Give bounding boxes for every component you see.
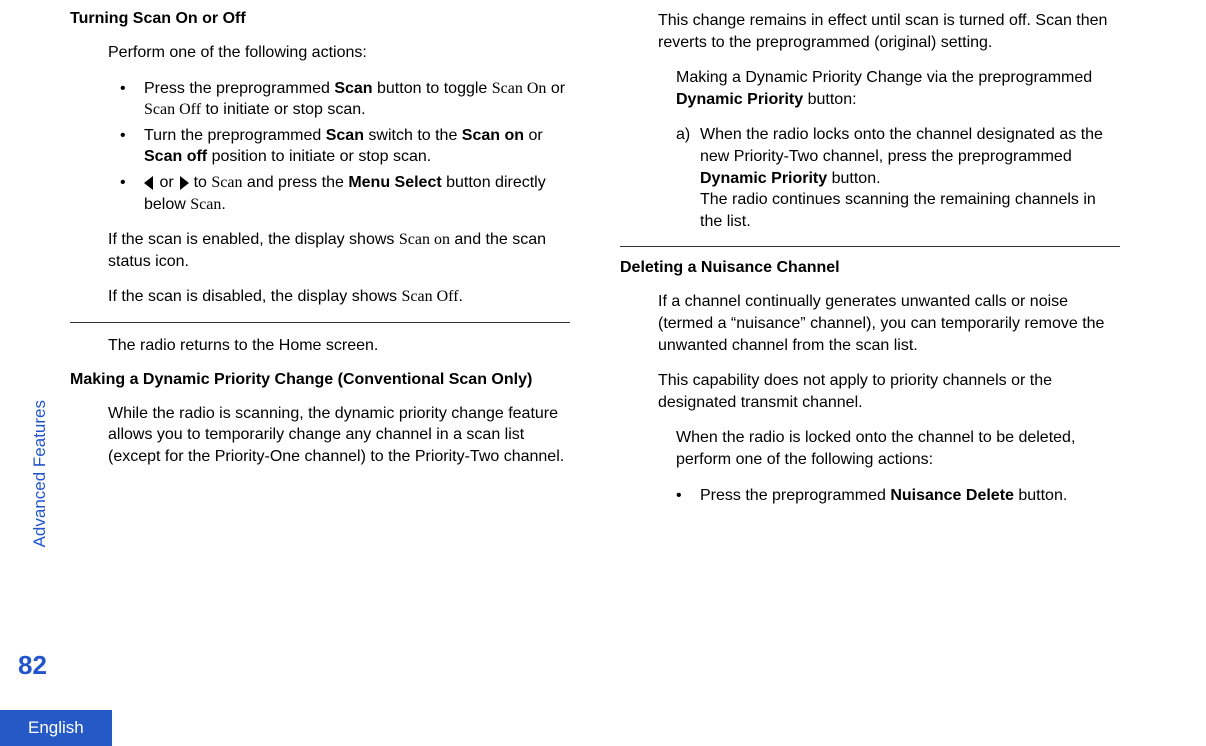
- letter-marker: a): [676, 124, 700, 232]
- scan-disabled-text: If the scan is disabled, the display sho…: [108, 286, 570, 308]
- left-column: Turning Scan On or Off Perform one of th…: [70, 10, 570, 520]
- letter-list: a) When the radio locks onto the channel…: [676, 124, 1120, 232]
- bullet-text: Turn the preprogrammed Scan switch to th…: [144, 125, 570, 168]
- heading-dynamic-priority: Making a Dynamic Priority Change (Conven…: [70, 371, 570, 389]
- divider: [70, 322, 570, 323]
- bullet-text: or to Scan and press the Menu Select but…: [144, 172, 570, 215]
- dynamic-priority-body: While the radio is scanning, the dynamic…: [108, 403, 570, 468]
- list-item: a) When the radio locks onto the channel…: [676, 124, 1120, 232]
- return-home-text: The radio returns to the Home screen.: [108, 335, 570, 357]
- scan-enabled-text: If the scan is enabled, the display show…: [108, 229, 570, 272]
- remain-effect-text: This change remains in effect until scan…: [658, 10, 1120, 53]
- bullet-dot: •: [120, 172, 144, 215]
- bullet-text: Press the preprogrammed Nuisance Delete …: [700, 485, 1067, 507]
- divider: [620, 246, 1120, 247]
- arrow-left-icon: [144, 176, 153, 190]
- nuisance-body-2: This capability does not apply to priori…: [658, 370, 1120, 413]
- arrow-right-icon: [180, 176, 189, 190]
- language-tab: English: [0, 710, 112, 746]
- bullet-list: • Press the preprogrammed Nuisance Delet…: [676, 485, 1120, 507]
- bullet-dot: •: [676, 485, 700, 507]
- list-item: • Press the preprogrammed Nuisance Delet…: [676, 485, 1120, 507]
- nuisance-body-1: If a channel continually generates unwan…: [658, 291, 1120, 356]
- dyn-priority-via: Making a Dynamic Priority Change via the…: [676, 67, 1120, 110]
- page-number: 82: [18, 650, 47, 681]
- section-label: Advanced Features: [30, 400, 50, 547]
- right-column: This change remains in effect until scan…: [620, 10, 1120, 520]
- bullet-dot: •: [120, 125, 144, 168]
- heading-turning-scan: Turning Scan On or Off: [70, 10, 570, 28]
- intro-text: Perform one of the following actions:: [108, 42, 570, 64]
- list-item: • or to Scan and press the Menu Select b…: [120, 172, 570, 215]
- bullet-text: Press the preprogrammed Scan button to t…: [144, 78, 570, 121]
- list-item: • Press the preprogrammed Scan button to…: [120, 78, 570, 121]
- list-item: • Turn the preprogrammed Scan switch to …: [120, 125, 570, 168]
- heading-nuisance: Deleting a Nuisance Channel: [620, 259, 1120, 277]
- bullet-dot: •: [120, 78, 144, 121]
- letter-text: When the radio locks onto the channel de…: [700, 124, 1120, 232]
- bullet-list: • Press the preprogrammed Scan button to…: [120, 78, 570, 216]
- nuisance-body-3: When the radio is locked onto the channe…: [676, 427, 1120, 470]
